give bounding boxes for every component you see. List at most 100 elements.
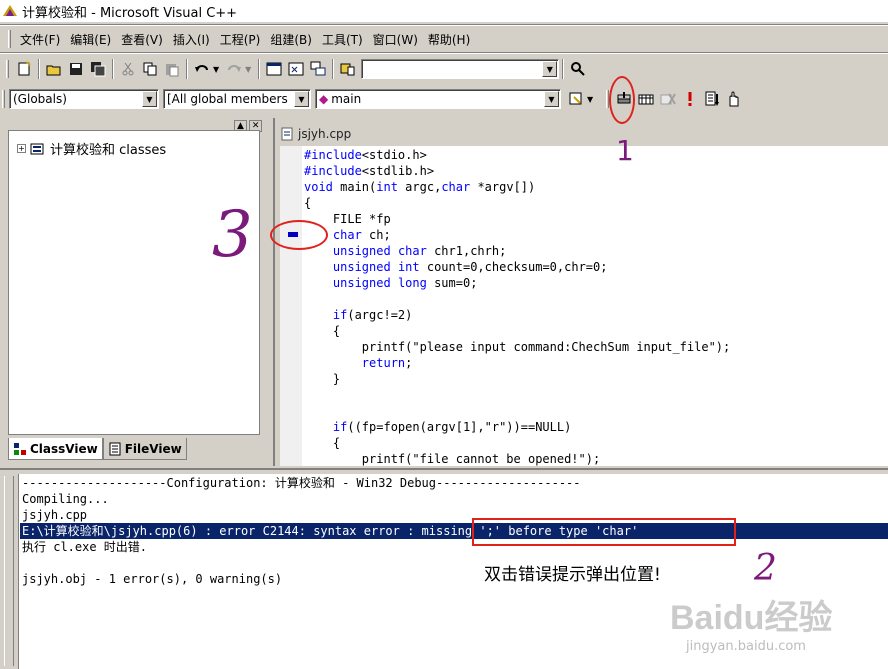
menu-view[interactable]: 查看(V) [116, 29, 168, 50]
find-in-files-button[interactable] [337, 58, 359, 80]
title-separator [0, 24, 888, 26]
new-file-button[interactable] [13, 58, 35, 80]
undo-button[interactable] [191, 58, 213, 80]
menu-file[interactable]: 文件(F) [15, 29, 65, 50]
wizard-action-icon [569, 92, 582, 105]
wizard-action-button[interactable] [565, 88, 587, 110]
output-button[interactable] [285, 58, 307, 80]
code-line[interactable]: { [304, 435, 340, 451]
class-tree[interactable]: + 计算校验和 classes [8, 130, 260, 435]
code-line[interactable]: unsigned long sum=0; [304, 275, 478, 291]
code-line[interactable]: { [304, 195, 311, 211]
function-value: main [331, 92, 362, 106]
redo-dropdown-icon[interactable]: ▼ [245, 65, 251, 74]
save-all-button[interactable] [87, 58, 109, 80]
execute-button[interactable] [679, 88, 701, 110]
code-line[interactable]: #include<stdio.h> [304, 147, 427, 163]
watermark: Baidu经验 jingyan.baidu.com [670, 590, 870, 660]
cut-button[interactable] [117, 58, 139, 80]
toolbar-grip[interactable] [2, 90, 5, 108]
window-list-button[interactable] [307, 58, 329, 80]
tree-root-label: 计算校验和 classes [50, 143, 167, 158]
menu-grip[interactable] [8, 30, 11, 48]
open-button[interactable] [43, 58, 65, 80]
stop-build-button[interactable] [657, 88, 679, 110]
chevron-down-icon[interactable]: ▼ [142, 91, 157, 107]
code-line[interactable]: } [304, 371, 340, 387]
undo-dropdown-icon[interactable]: ▼ [213, 65, 219, 74]
function-icon: ◆ [319, 92, 329, 106]
build-button[interactable] [635, 88, 657, 110]
redo-button[interactable] [223, 58, 245, 80]
code-line[interactable]: #include<stdlib.h> [304, 163, 434, 179]
save-button[interactable] [65, 58, 87, 80]
output-icon [288, 62, 304, 76]
menu-tools[interactable]: 工具(T) [317, 29, 368, 50]
paste-button[interactable] [161, 58, 183, 80]
code-line[interactable]: unsigned char chr1,chrh; [304, 243, 506, 259]
code-keyword: long [397, 276, 427, 290]
function-combo[interactable]: ◆ main ▼ [315, 89, 561, 109]
tab-fileview[interactable]: FileView [102, 438, 187, 460]
title-bar: 计算校验和 - Microsoft Visual C++ [0, 0, 888, 22]
output-grip[interactable] [4, 476, 14, 666]
code-line[interactable]: printf("please input command:ChechSum in… [304, 339, 730, 355]
chevron-down-icon[interactable]: ▼ [544, 91, 559, 107]
toolbar-separator [186, 59, 188, 79]
open-icon [46, 65, 61, 76]
output-line[interactable]: --------------------Configuration: 计算校验和… [22, 475, 581, 491]
code-text: } [304, 372, 341, 386]
menu-project[interactable]: 工程(P) [215, 29, 266, 50]
editor-tab[interactable]: jsjyh.cpp [280, 124, 351, 144]
code-text: <stdio.h> [361, 148, 427, 162]
chevron-down-icon[interactable]: ▼ [294, 91, 309, 107]
code-text: (argc!=2) [347, 308, 413, 322]
find-combo[interactable]: ▼ [361, 59, 560, 79]
output-line[interactable]: jsjyh.cpp [22, 507, 87, 523]
menu-window[interactable]: 窗口(W) [368, 29, 423, 50]
annotation-note: 双击错误提示弹出位置! [484, 565, 661, 585]
code-line[interactable]: if((fp=fopen(argv[1],"r"))==NULL) [304, 419, 571, 435]
tab-classview[interactable]: ClassView [8, 438, 103, 460]
menu-edit[interactable]: 编辑(E) [65, 29, 116, 50]
redo-icon [228, 65, 242, 72]
code-line[interactable]: return; [304, 355, 413, 371]
go-button[interactable] [701, 88, 723, 110]
code-line[interactable]: { [304, 323, 340, 339]
scope-combo[interactable]: (Globals) ▼ [9, 89, 159, 109]
menu-insert[interactable]: 插入(I) [168, 29, 215, 50]
code-line[interactable]: if(argc!=2) [304, 307, 412, 323]
code-text: { [304, 436, 341, 450]
output-line[interactable]: jsjyh.obj - 1 error(s), 0 warning(s) [22, 571, 282, 587]
code-line[interactable]: void main(int argc,char *argv[]) [304, 179, 535, 195]
wizard-action-dropdown-icon[interactable]: ▼ [587, 95, 593, 104]
code-line[interactable]: unsigned int count=0,checksum=0,chr=0; [304, 259, 608, 275]
output-line[interactable]: Compiling... [22, 491, 109, 507]
chevron-down-icon[interactable]: ▼ [542, 61, 558, 77]
toolbar-separator [258, 59, 261, 79]
editor-gutter[interactable] [280, 146, 302, 466]
code-line[interactable]: printf("file cannot be opened!"); [304, 451, 600, 467]
toolbar-grip[interactable] [6, 60, 9, 78]
breakpoint-button[interactable] [723, 88, 745, 110]
tab-fileview-label: FileView [124, 441, 182, 456]
output-line[interactable]: 执行 cl.exe 时出错. [22, 539, 147, 555]
workspace-button[interactable] [263, 58, 285, 80]
search-button[interactable] [567, 58, 589, 80]
code-text: argc, [397, 180, 442, 194]
build-icon [638, 94, 654, 105]
code-text: main( [332, 180, 377, 194]
expand-icon[interactable]: + [17, 144, 26, 153]
menu-help[interactable]: 帮助(H) [423, 29, 475, 50]
menu-build[interactable]: 组建(B) [265, 29, 317, 50]
copy-button[interactable] [139, 58, 161, 80]
members-combo[interactable]: [All global members ▼ [163, 89, 311, 109]
wizard-bar: (Globals) ▼ [All global members ▼ ◆ main ▼… [2, 86, 607, 112]
code-text: count=0,checksum=0,chr=0; [419, 260, 608, 274]
watermark-url: jingyan.baidu.com [686, 639, 806, 654]
tree-item-classes[interactable]: + 计算校验和 classes [17, 139, 166, 158]
output-error-line[interactable]: E:\计算校验和\jsjyh.cpp(6) : error C2144: syn… [20, 523, 888, 539]
